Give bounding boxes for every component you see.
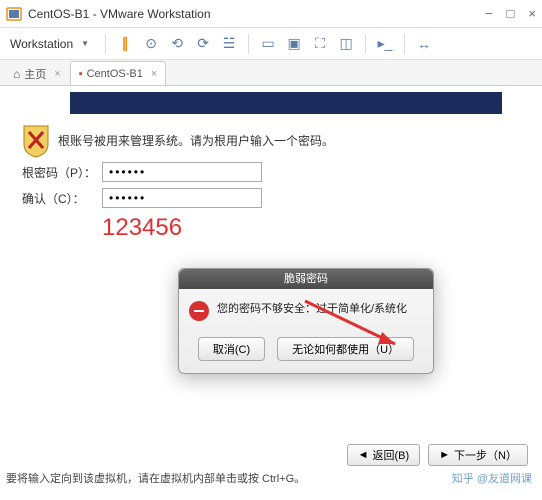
confirm-password-input[interactable] (102, 188, 262, 208)
tab-home[interactable]: ⌂ 主页 × (4, 61, 70, 85)
workstation-menu[interactable]: Workstation (6, 35, 77, 53)
root-password-input[interactable] (102, 162, 262, 182)
console-icon[interactable]: ▣ (283, 33, 305, 55)
vm-tab-icon: ▪ (79, 68, 83, 80)
pause-icon[interactable]: ∥ (114, 33, 136, 55)
window-title: CentOS-B1 - VMware Workstation (28, 7, 485, 21)
minimize-button[interactable]: − (485, 6, 493, 21)
root-password-row: 根密码（P）： (22, 162, 262, 182)
tab-centos[interactable]: ▪ CentOS-B1 × (70, 61, 167, 85)
watermark: 知乎 @友道网课 (452, 470, 532, 486)
terminal-icon[interactable]: ▸_ (374, 33, 396, 55)
unity-icon[interactable]: ◫ (335, 33, 357, 55)
fullscreen-icon[interactable]: ⛶ (309, 33, 331, 55)
close-button[interactable]: × (528, 6, 536, 21)
arrow-right-icon: ► (439, 449, 450, 461)
vmware-icon (6, 6, 22, 22)
close-tab-icon[interactable]: × (54, 68, 60, 80)
back-button[interactable]: ◄返回(B) (347, 444, 421, 466)
home-icon: ⌂ (13, 67, 20, 81)
shield-icon (22, 124, 50, 158)
root-instruction: 根账号被用来管理系统。请为根用户输入一个密码。 (58, 132, 334, 149)
dialog-title: 脆弱密码 (179, 269, 433, 289)
close-tab-icon[interactable]: × (151, 68, 157, 80)
manage-icon[interactable]: ☱ (218, 33, 240, 55)
clock-icon[interactable]: ⟲ (166, 33, 188, 55)
installer-banner (70, 92, 502, 114)
toolbar: Workstation ▼ ∥ ⊙ ⟲ ⟳ ☱ ▭ ▣ ⛶ ◫ ▸_ ↔ (0, 28, 542, 60)
next-button[interactable]: ►下一步（N） (428, 444, 528, 466)
weak-password-dialog: 脆弱密码 您的密码不够安全：过于简单化/系统化 取消(C) 无论如何都使用（U） (178, 268, 434, 374)
tab-bar: ⌂ 主页 × ▪ CentOS-B1 × (0, 60, 542, 86)
revert-icon[interactable]: ⟳ (192, 33, 214, 55)
use-anyway-button[interactable]: 无论如何都使用（U） (277, 337, 414, 361)
error-icon (189, 301, 209, 321)
password-annotation: 123456 (102, 214, 182, 242)
cancel-button[interactable]: 取消(C) (198, 337, 265, 361)
window-titlebar: CentOS-B1 - VMware Workstation − □ × (0, 0, 542, 28)
snapshot-icon[interactable]: ⊙ (140, 33, 162, 55)
confirm-password-label: 确认（C）： (22, 190, 102, 207)
confirm-password-row: 确认（C）： (22, 188, 262, 208)
stretch-icon[interactable]: ↔ (413, 33, 435, 55)
dialog-message: 您的密码不够安全：过于简单化/系统化 (217, 301, 407, 318)
arrow-left-icon: ◄ (358, 449, 369, 461)
vm-display[interactable]: 根账号被用来管理系统。请为根用户输入一个密码。 根密码（P）： 确认（C）： 1… (10, 92, 532, 452)
chevron-down-icon[interactable]: ▼ (81, 39, 89, 48)
root-password-label: 根密码（P）： (22, 164, 102, 181)
maximize-button[interactable]: □ (507, 6, 515, 21)
installer-nav: ◄返回(B) ►下一步（N） (347, 444, 528, 466)
thumbnail-icon[interactable]: ▭ (257, 33, 279, 55)
